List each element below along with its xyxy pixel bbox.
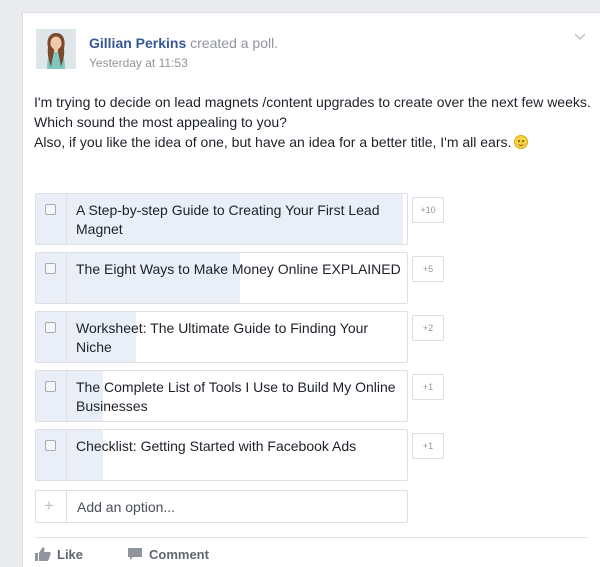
- poll-option-label: A Step-by-step Guide to Creating Your Fi…: [76, 202, 380, 237]
- post-text-line-last: Also, if you like the idea of one, but h…: [34, 132, 594, 152]
- poll-option[interactable]: Checklist: Getting Started with Facebook…: [35, 429, 408, 481]
- post-body: I'm trying to decide on lead magnets /co…: [34, 92, 594, 152]
- like-label: Like: [57, 547, 84, 562]
- poll-option-checkbox[interactable]: [45, 322, 56, 333]
- poll-option-label: The Eight Ways to Make Money Online EXPL…: [76, 261, 401, 277]
- post-text-line: I'm trying to decide on lead magnets /co…: [34, 94, 591, 130]
- poll-option-checkbox[interactable]: [45, 381, 56, 392]
- chevron-down-icon[interactable]: [574, 33, 586, 41]
- poll-option[interactable]: The Eight Ways to Make Money Online EXPL…: [35, 252, 408, 304]
- poll-option-checkbox[interactable]: [45, 440, 56, 451]
- footer-divider: [35, 537, 588, 538]
- poll-vote-count[interactable]: +1: [412, 374, 444, 400]
- comment-button[interactable]: Comment: [127, 547, 209, 562]
- add-option-input[interactable]: + Add an option...: [35, 490, 408, 523]
- comment-label: Comment: [149, 547, 209, 562]
- like-button[interactable]: Like: [35, 547, 83, 562]
- poll-option[interactable]: The Complete List of Tools I Use to Buil…: [35, 370, 408, 422]
- post-text-line: Also, if you like the idea of one, but h…: [34, 134, 512, 150]
- poll-option[interactable]: A Step-by-step Guide to Creating Your Fi…: [35, 193, 408, 245]
- poll-vote-count[interactable]: +10: [412, 197, 444, 223]
- add-option-placeholder: Add an option...: [77, 499, 176, 515]
- poll-vote-count[interactable]: +1: [412, 433, 444, 459]
- plus-icon: +: [44, 496, 54, 515]
- poll-option-checkbox[interactable]: [45, 204, 56, 215]
- poll-post-card: Gillian Perkins created a poll. Yesterda…: [22, 12, 600, 567]
- poll-option-label: Checklist: Getting Started with Facebook…: [76, 438, 357, 454]
- post-action-text: created a poll.: [186, 35, 279, 51]
- comment-icon: [128, 548, 142, 560]
- poll-vote-count[interactable]: +2: [412, 315, 444, 341]
- thumbs-up-icon: [35, 547, 51, 561]
- author-line: Gillian Perkins created a poll.: [89, 35, 278, 51]
- author-name-link[interactable]: Gillian Perkins: [89, 35, 186, 51]
- post-timestamp[interactable]: Yesterday at 11:53: [89, 56, 188, 70]
- poll-option-label: The Complete List of Tools I Use to Buil…: [76, 379, 396, 414]
- author-avatar[interactable]: [36, 29, 76, 69]
- poll-vote-count[interactable]: +5: [412, 256, 444, 282]
- smiley-emoji-icon: [514, 135, 529, 149]
- poll-option-label: Worksheet: The Ultimate Guide to Finding…: [76, 320, 369, 355]
- poll-option-checkbox[interactable]: [45, 263, 56, 274]
- poll-option[interactable]: Worksheet: The Ultimate Guide to Finding…: [35, 311, 408, 363]
